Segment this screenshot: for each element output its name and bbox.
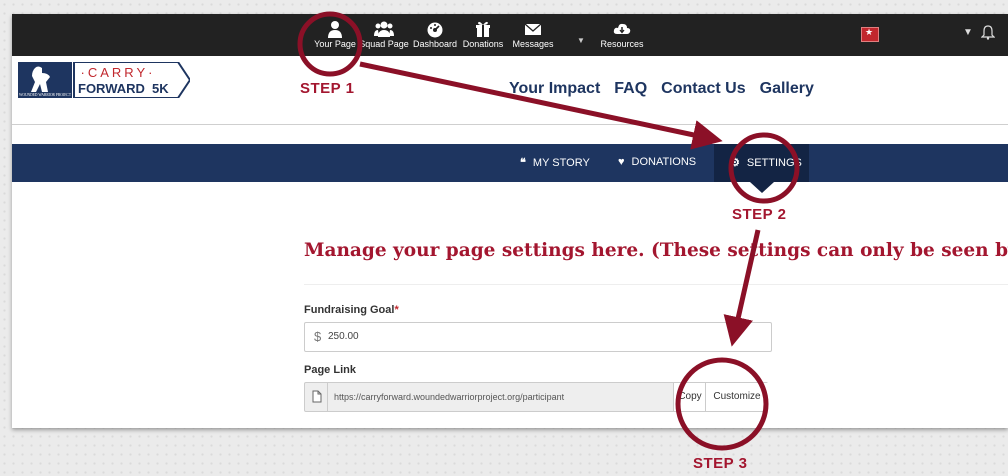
gift-icon	[458, 20, 508, 38]
fundraising-goal-label: Fundraising Goal*	[304, 304, 399, 316]
main-nav: Your Impact FAQ Contact Us Gallery	[509, 80, 814, 98]
cloud-download-icon	[597, 20, 647, 38]
nav-label: Messages	[512, 39, 554, 49]
nav-your-page[interactable]: Your Page	[310, 20, 360, 49]
nav-faq[interactable]: FAQ	[614, 80, 647, 98]
divider	[304, 284, 1008, 285]
envelope-icon	[508, 20, 558, 38]
tab-donations[interactable]: ♥ DONATIONS	[618, 156, 696, 168]
goal-value[interactable]: 250.00	[328, 331, 359, 342]
active-tab-pointer	[750, 182, 774, 193]
messages-caret-icon[interactable]: ▼	[577, 36, 585, 45]
bell-icon[interactable]	[980, 24, 996, 45]
nav-your-impact[interactable]: Your Impact	[509, 80, 600, 98]
quote-icon: ❝	[520, 157, 526, 169]
page-subnav: ❝ MY STORY ♥ DONATIONS ⚙ SETTINGS	[12, 144, 1008, 182]
page-heading: Manage your page settings here. (These s…	[304, 240, 1008, 261]
goal-label-text: Fundraising Goal	[304, 304, 395, 316]
user-flag-icon[interactable]	[861, 27, 879, 42]
nav-label: Dashboard	[412, 39, 458, 49]
tab-label: MY STORY	[532, 157, 590, 169]
currency-symbol: $	[314, 329, 322, 344]
page-link-label: Page Link	[304, 364, 356, 376]
logo-carry-text: ·CARRY·	[81, 65, 156, 80]
nav-resources[interactable]: Resources	[597, 20, 647, 49]
required-marker: *	[394, 304, 399, 316]
person-icon	[310, 20, 360, 38]
page-link-input[interactable]: https://carryforward.woundedwarriorproje…	[327, 383, 674, 411]
nav-label: Resources	[600, 39, 644, 49]
top-toolbar: Your Page Squad Page Dashboard Donations…	[12, 14, 1008, 56]
tab-label: DONATIONS	[631, 156, 697, 168]
heart-icon: ♥	[618, 156, 625, 168]
org-small-text: WOUNDED WARRIOR PROJECT	[19, 93, 72, 97]
logo-5k-text: 5K	[152, 81, 169, 96]
fundraising-goal-input[interactable]: $ 250.00	[304, 322, 772, 352]
step-2-label: STEP 2	[732, 206, 787, 223]
dashboard-icon	[410, 20, 460, 38]
nav-messages[interactable]: Messages	[508, 20, 558, 49]
nav-squad-page[interactable]: Squad Page	[359, 20, 409, 49]
gear-icon: ⚙	[730, 157, 740, 169]
nav-gallery[interactable]: Gallery	[760, 80, 814, 98]
nav-label: Donations	[462, 39, 504, 49]
step-1-label: STEP 1	[300, 80, 355, 97]
tab-label: SETTINGS	[746, 157, 802, 169]
page-link-group: https://carryforward.woundedwarriorproje…	[304, 382, 768, 412]
copy-button[interactable]: Copy	[673, 383, 706, 411]
document-icon	[312, 390, 322, 408]
carry-forward-logo[interactable]: WOUNDED WARRIOR PROJECT ·CARRY· FORWARD …	[18, 61, 192, 99]
nav-label: Your Page	[314, 39, 356, 49]
nav-label: Squad Page	[359, 39, 409, 49]
user-menu-caret-icon[interactable]: ▼	[963, 27, 973, 38]
nav-donations[interactable]: Donations	[458, 20, 508, 49]
browser-screenshot: Your Page Squad Page Dashboard Donations…	[12, 14, 1008, 428]
nav-contact-us[interactable]: Contact Us	[661, 80, 745, 98]
group-icon	[359, 20, 409, 38]
tab-settings[interactable]: ⚙ SETTINGS	[730, 156, 802, 169]
site-header: WOUNDED WARRIOR PROJECT ·CARRY· FORWARD …	[12, 56, 1008, 125]
logo-forward-text: FORWARD	[78, 81, 145, 96]
tab-my-story[interactable]: ❝ MY STORY	[520, 156, 590, 169]
step-3-label: STEP 3	[693, 455, 748, 472]
nav-dashboard[interactable]: Dashboard	[410, 20, 460, 49]
customize-button[interactable]: Customize	[705, 383, 768, 411]
